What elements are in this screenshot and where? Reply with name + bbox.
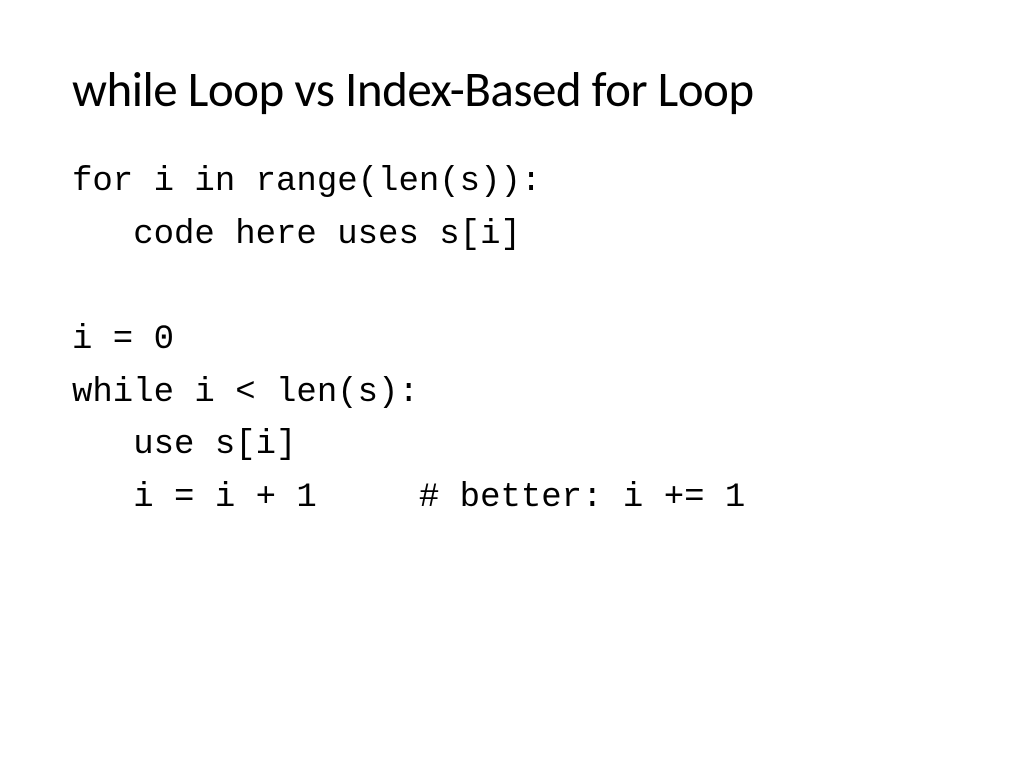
code-block: for i in range(len(s)): code here uses s… bbox=[72, 156, 952, 525]
code-line-4: i = 0 bbox=[72, 321, 174, 359]
code-line-6: use s[i] bbox=[72, 426, 296, 464]
slide-title: while Loop vs Index-Based for Loop bbox=[72, 60, 952, 120]
code-line-5: while i < len(s): bbox=[72, 374, 419, 412]
code-line-7: i = i + 1 # better: i += 1 bbox=[72, 479, 745, 517]
code-line-2: code here uses s[i] bbox=[72, 216, 521, 254]
code-line-1: for i in range(len(s)): bbox=[72, 163, 541, 201]
